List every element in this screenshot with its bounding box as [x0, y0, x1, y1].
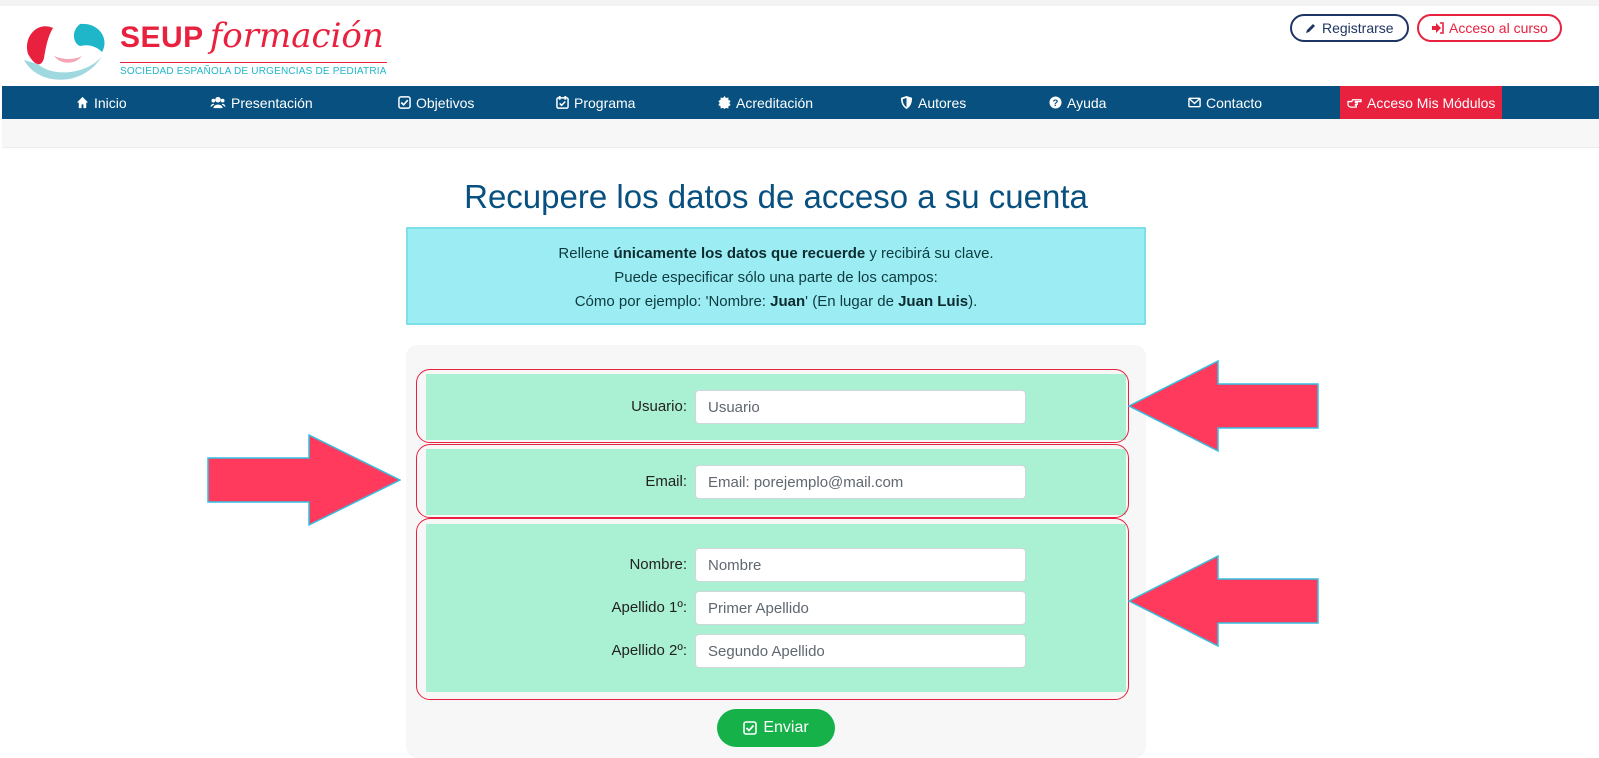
- brand-name-bold: SEUP: [120, 21, 204, 54]
- submit-button-label: Enviar: [763, 719, 809, 736]
- usuario-label: Usuario:: [631, 398, 687, 415]
- brand-name-script: formación: [209, 16, 384, 56]
- info-bold-text: Juan: [770, 293, 806, 310]
- email-input[interactable]: [695, 465, 1026, 499]
- nombre-input[interactable]: [695, 548, 1026, 582]
- check-square-icon: [398, 96, 411, 109]
- nav-item-label: Ayuda: [1067, 94, 1107, 111]
- nav-item-label: Autores: [918, 94, 967, 111]
- nav-item-inicio[interactable]: Inicio: [76, 86, 127, 119]
- email-label: Email:: [645, 473, 687, 490]
- brand-title[interactable]: SEUP formación: [120, 16, 384, 56]
- nav-item-label: Inicio: [94, 94, 127, 111]
- home-icon: [76, 96, 89, 109]
- question-circle-icon: ?: [1049, 96, 1062, 109]
- calendar-check-icon: [556, 96, 569, 109]
- info-bold-text: Juan Luis: [898, 293, 969, 310]
- nav-item-label: Acreditación: [736, 94, 814, 111]
- apellido2-input[interactable]: [695, 634, 1026, 668]
- users-icon: [210, 96, 226, 109]
- info-line-2: Puede especificar sólo una parte de los …: [614, 269, 938, 286]
- info-bold-text: únicamente los datos que recuerde: [613, 245, 866, 262]
- site-header: SEUP formación SOCIEDAD ESPAÑOLA DE URGEN…: [2, 6, 1599, 86]
- hand-pointer-icon: [1347, 99, 1362, 108]
- register-button[interactable]: Registrarse: [1290, 14, 1409, 42]
- brand-subtitle: SOCIEDAD ESPAÑOLA DE URGENCIAS DE PEDIAT…: [120, 62, 387, 77]
- nombre-label: Nombre:: [629, 556, 687, 573]
- apellido2-label: Apellido 2º:: [611, 642, 687, 659]
- info-text: ).: [968, 293, 978, 310]
- svg-text:?: ?: [1053, 98, 1059, 108]
- course-access-button[interactable]: Acceso al curso: [1417, 14, 1562, 42]
- apellido1-label: Apellido 1º:: [611, 599, 687, 616]
- nav-item-label: Objetivos: [416, 94, 475, 111]
- info-text: Rellene: [558, 245, 614, 262]
- check-square-icon: [743, 721, 758, 735]
- nav-item-objetivos[interactable]: Objetivos: [398, 86, 474, 119]
- nav-item-acceso-mis-modulos[interactable]: Acceso Mis Módulos: [1340, 86, 1503, 119]
- envelope-icon: [1188, 97, 1201, 108]
- apellido1-input[interactable]: [695, 591, 1026, 625]
- info-text: Cómo por ejemplo: 'Nombre:: [574, 293, 771, 310]
- sign-in-icon: [1432, 22, 1444, 34]
- nav-item-acreditacion[interactable]: Acreditación: [718, 86, 813, 119]
- nav-item-label: Acceso Mis Módulos: [1367, 94, 1496, 111]
- pencil-icon: [1306, 24, 1315, 33]
- info-text: ' (En lugar de: [805, 293, 899, 310]
- sub-bar: [2, 119, 1599, 148]
- annotation-arrow-left-icon: [1128, 360, 1319, 452]
- nav-item-label: Presentación: [231, 94, 313, 111]
- info-line-1: Rellene únicamente los datos que recuerd…: [408, 242, 1144, 266]
- annotation-arrow-left-icon: [1128, 555, 1319, 647]
- nav-item-ayuda[interactable]: ? Ayuda: [1049, 86, 1106, 119]
- page-title: Recupere los datos de acceso a su cuenta: [464, 178, 1088, 215]
- register-button-label: Registrarse: [1322, 20, 1394, 36]
- annotation-arrow-right-icon: [207, 434, 401, 526]
- info-line-3: Cómo por ejemplo: 'Nombre: Juan' (En lug…: [408, 290, 1144, 314]
- nav-item-presentacion[interactable]: Presentación: [210, 86, 313, 119]
- usuario-input[interactable]: [695, 390, 1026, 424]
- submit-button[interactable]: Enviar: [717, 709, 835, 747]
- info-text: y recibirá su clave.: [865, 245, 994, 262]
- nav-item-contacto[interactable]: Contacto: [1188, 86, 1262, 119]
- certificate-icon: [718, 96, 731, 109]
- main-nav: Inicio Presentación Objetivos Programa A…: [2, 86, 1599, 119]
- shield-icon: [900, 96, 913, 109]
- nav-item-label: Contacto: [1206, 94, 1263, 111]
- nav-item-autores[interactable]: Autores: [900, 86, 966, 119]
- course-access-button-label: Acceso al curso: [1449, 20, 1548, 36]
- info-alert: Rellene únicamente los datos que recuerd…: [406, 227, 1146, 325]
- nav-item-programa[interactable]: Programa: [556, 86, 635, 119]
- nav-item-label: Programa: [574, 94, 636, 111]
- seup-logo-icon[interactable]: [18, 16, 108, 86]
